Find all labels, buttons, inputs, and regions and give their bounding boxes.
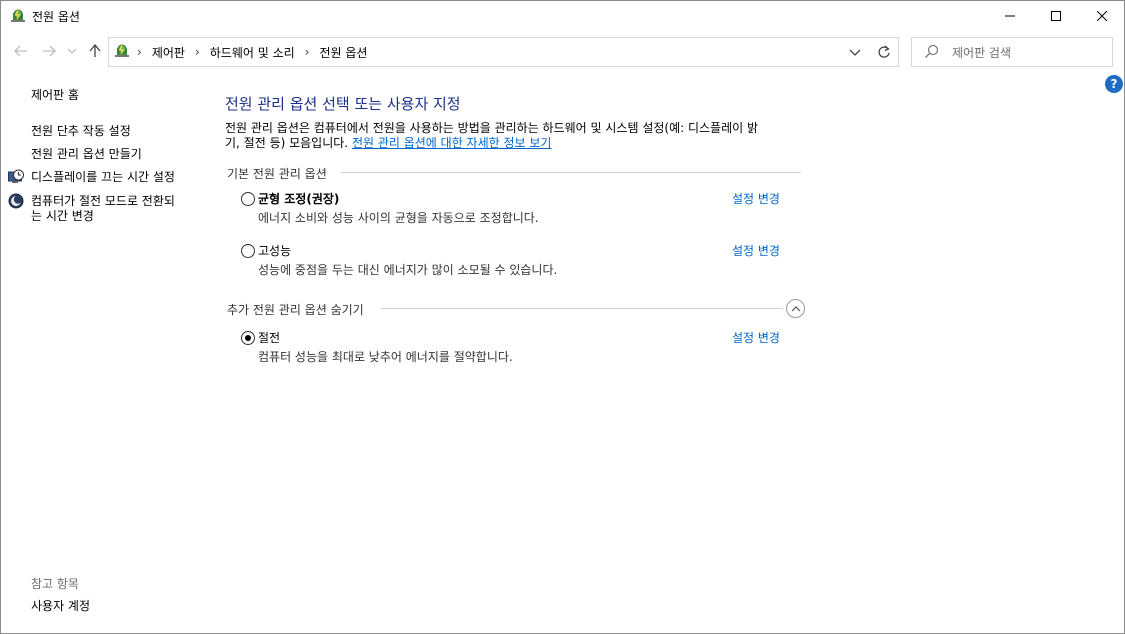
balanced-change-settings-link[interactable]: 설정 변경 xyxy=(732,190,780,207)
see-also-heading: 참고 항목 xyxy=(31,577,79,591)
description-line1: 전원 관리 옵션은 컴퓨터에서 전원을 사용하는 방법을 관리하는 하드웨어 및… xyxy=(225,121,759,135)
maximize-button[interactable] xyxy=(1033,1,1079,31)
create-power-plan-link[interactable]: 전원 관리 옵션 만들기 xyxy=(31,147,142,162)
description-line2: 기, 절전 등) 모음입니다. xyxy=(225,136,352,150)
user-accounts-link[interactable]: 사용자 계정 xyxy=(31,599,90,614)
high-performance-plan-name[interactable]: 고성능 xyxy=(258,242,291,259)
breadcrumb: › 제어판 › 하드웨어 및 소리 › 전원 옵션 xyxy=(133,38,367,66)
balanced-plan-name[interactable]: 균형 조정(권장) xyxy=(258,190,339,207)
recent-locations-button[interactable] xyxy=(65,41,79,61)
forward-button[interactable] xyxy=(39,41,59,61)
breadcrumb-control-panel[interactable]: 제어판 xyxy=(152,44,185,61)
search-box[interactable]: 제어판 검색 xyxy=(911,37,1113,67)
breadcrumb-power-options[interactable]: 전원 옵션 xyxy=(319,44,367,61)
address-bar[interactable]: › 제어판 › 하드웨어 및 소리 › 전원 옵션 xyxy=(108,37,871,67)
power-saver-plan-radio[interactable] xyxy=(241,331,255,345)
chevron-right-icon: › xyxy=(194,45,200,59)
close-button[interactable] xyxy=(1079,1,1124,31)
window-title: 전원 옵션 xyxy=(32,10,80,24)
high-performance-plan-radio[interactable] xyxy=(241,244,255,258)
up-button[interactable] xyxy=(85,41,105,61)
page-description: 전원 관리 옵션은 컴퓨터에서 전원을 사용하는 방법을 관리하는 하드웨어 및… xyxy=(225,121,815,151)
power-saver-plan-name[interactable]: 절전 xyxy=(258,329,280,346)
search-icon xyxy=(924,44,940,60)
minimize-button[interactable] xyxy=(987,1,1033,31)
control-panel-icon xyxy=(113,43,131,59)
balanced-plan-radio[interactable] xyxy=(241,192,255,206)
high-performance-plan-description: 성능에 중점을 두는 대신 에너지가 많이 소모될 수 있습니다. xyxy=(258,263,558,277)
power-button-settings-link[interactable]: 전원 단추 작동 설정 xyxy=(31,124,131,139)
close-icon xyxy=(1097,11,1107,21)
address-dropdown-button[interactable] xyxy=(847,44,863,60)
preferred-plans-heading: 기본 전원 관리 옵션 xyxy=(227,167,327,181)
title-bar: 전원 옵션 xyxy=(1,1,1124,31)
display-clock-icon xyxy=(8,169,24,185)
search-input[interactable]: 제어판 검색 xyxy=(952,44,1011,61)
section-divider xyxy=(341,172,801,173)
display-off-time-link[interactable]: 디스플레이를 끄는 시간 설정 xyxy=(31,170,175,185)
back-arrow-icon xyxy=(14,45,27,57)
back-button[interactable] xyxy=(11,41,31,61)
chevron-down-icon xyxy=(849,49,861,56)
control-panel-home-link[interactable]: 제어판 홈 xyxy=(31,88,79,103)
page-title: 전원 관리 옵션 선택 또는 사용자 지정 xyxy=(225,95,461,113)
refresh-button[interactable] xyxy=(870,37,899,67)
sleep-moon-icon xyxy=(8,193,24,209)
high-performance-change-settings-link[interactable]: 설정 변경 xyxy=(732,242,780,259)
radio-selected-dot xyxy=(245,335,251,341)
maximize-icon xyxy=(1051,11,1061,21)
up-arrow-icon xyxy=(89,44,101,57)
section-divider xyxy=(381,308,783,309)
power-options-app-icon xyxy=(9,8,27,24)
collapse-additional-plans-button[interactable] xyxy=(786,299,805,318)
chevron-up-icon xyxy=(791,305,800,311)
refresh-icon xyxy=(878,45,890,58)
learn-more-link[interactable]: 전원 관리 옵션에 대한 자세한 정보 보기 xyxy=(352,136,552,150)
chevron-right-icon: › xyxy=(137,45,142,59)
breadcrumb-hardware-sound[interactable]: 하드웨어 및 소리 xyxy=(210,44,295,61)
balanced-plan-description: 에너지 소비와 성능 사이의 균형을 자동으로 조정합니다. xyxy=(258,211,539,225)
forward-arrow-icon xyxy=(43,45,56,57)
power-options-window: 전원 옵션 › 제어판 › 하드웨어 및 소리 › 전원 옵션 제어판 검색 ?… xyxy=(0,0,1125,634)
power-saver-change-settings-link[interactable]: 설정 변경 xyxy=(732,329,780,346)
sleep-time-link-line1[interactable]: 컴퓨터가 절전 모드로 전환되 xyxy=(31,194,175,209)
power-saver-plan-description: 컴퓨터 성능을 최대로 낮추어 에너지를 절약합니다. xyxy=(258,350,513,364)
minimize-icon xyxy=(1005,15,1015,17)
chevron-right-icon: › xyxy=(304,45,310,59)
chevron-down-icon xyxy=(68,48,76,54)
sleep-time-link-line2[interactable]: 는 시간 변경 xyxy=(31,209,94,224)
additional-plans-heading[interactable]: 추가 전원 관리 옵션 숨기기 xyxy=(227,301,364,318)
help-button[interactable]: ? xyxy=(1105,75,1123,93)
